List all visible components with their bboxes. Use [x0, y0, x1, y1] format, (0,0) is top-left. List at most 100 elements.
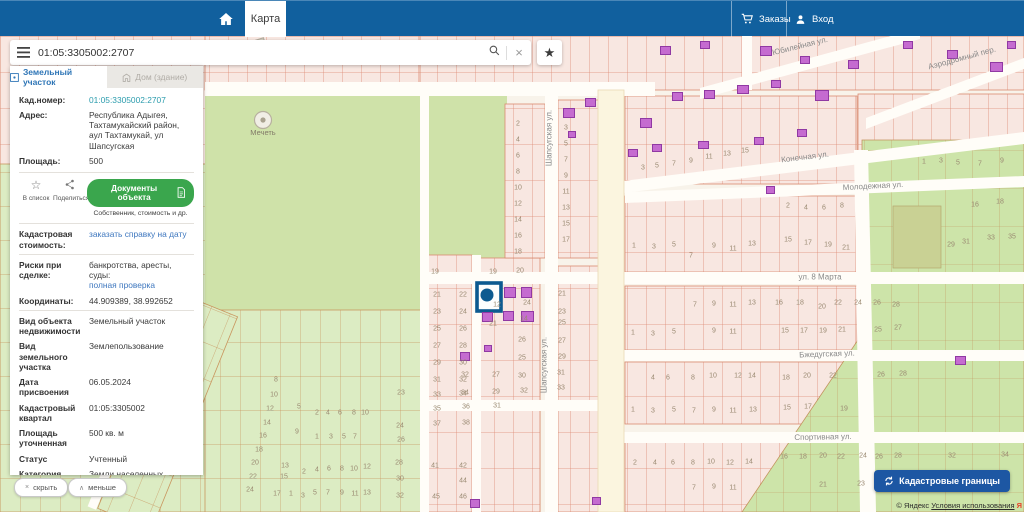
object-documents-button[interactable]: Документы объекта: [87, 178, 194, 207]
row-value: Земельный участок: [89, 315, 166, 326]
row-label: Статус: [19, 453, 48, 464]
panel-row: Кад.номер: 01:05:3305002:2707: [19, 92, 194, 107]
parcel-number: 3: [652, 243, 656, 251]
parcel-number: 14: [748, 372, 756, 380]
parcel-number: 12: [514, 200, 522, 208]
parcel-number: 9: [1000, 157, 1004, 165]
panel-link[interactable]: заказать справку на дату: [89, 229, 187, 239]
building: [760, 46, 772, 56]
parcel-number: 14: [520, 315, 528, 323]
row-label: Координаты:: [19, 295, 74, 306]
hamburger-icon: [16, 47, 30, 58]
search-submit-button[interactable]: [482, 44, 506, 62]
close-icon: ×: [25, 484, 30, 491]
parcel-number: 14: [745, 458, 753, 466]
menu-button[interactable]: [10, 40, 36, 65]
parcel-number: 9: [340, 489, 344, 497]
row-value: 01:05:3305002: [89, 402, 145, 413]
panel-row: Адрес: Республика Адыгея, Тахтамукайский …: [19, 107, 194, 153]
parcel-number: 20: [819, 452, 827, 460]
parcel-number: 34: [1001, 451, 1009, 459]
clear-search-button[interactable]: ×: [507, 46, 531, 59]
building: [766, 186, 775, 194]
parcel-number: 9: [712, 242, 716, 250]
row-label: Кад.номер:: [19, 94, 66, 105]
hide-panel-button[interactable]: × скрыть: [14, 478, 69, 497]
parcel-number: 37: [433, 420, 441, 428]
share-icon: [53, 179, 87, 193]
parcel-number: 1: [922, 158, 926, 166]
search-bar: ×: [10, 40, 531, 65]
parcel-number: 13: [281, 462, 289, 470]
parcel-number: 10: [270, 391, 278, 399]
parcel-number: 8: [840, 202, 844, 210]
tab-land-parcel[interactable]: Земельный участок: [10, 66, 107, 88]
parcel-number: 33: [557, 384, 565, 392]
parcel-number: 13: [748, 240, 756, 248]
parcel-number: 13: [749, 406, 757, 414]
orders-button[interactable]: Заказы: [740, 1, 791, 37]
parcel-number: 25: [518, 354, 526, 362]
row-value: 06.05.2024: [89, 377, 131, 388]
parcel-number: 21: [838, 326, 846, 334]
building: [484, 345, 492, 352]
copyright-text: © Яндекс: [896, 501, 930, 510]
parcel-number: 24: [246, 486, 254, 494]
home-button[interactable]: [208, 1, 244, 37]
parcel-number: 9: [712, 483, 716, 491]
parcel-number: 2: [302, 468, 306, 476]
parcel-number: 4: [653, 459, 657, 467]
login-button[interactable]: Вход: [794, 1, 834, 37]
add-to-list-button[interactable]: ☆ В список: [19, 179, 53, 203]
cadastral-borders-button[interactable]: Кадастровые границы: [874, 470, 1010, 492]
terms-link[interactable]: Условия использования: [931, 501, 1014, 510]
parcel-number: 1: [631, 329, 635, 337]
row-value: Земли населенных пунктов: [89, 468, 164, 475]
tab-building-label: Дом (здание): [135, 72, 188, 82]
parcel-number: 3: [939, 157, 943, 165]
collapse-panel-button[interactable]: ∧ меньше: [68, 478, 128, 497]
parcel-number: 5: [564, 140, 568, 148]
refresh-icon: [885, 476, 893, 486]
parcel-number: 7: [692, 407, 696, 415]
cart-icon: [741, 13, 753, 24]
parcel-number: 22: [829, 372, 837, 380]
parcel-number: 19: [840, 405, 848, 413]
tab-karta[interactable]: Карта: [245, 1, 286, 37]
selected-parcel-marker: [480, 288, 494, 302]
parcel-number: 10: [350, 465, 358, 473]
parcel-number: 35: [1008, 233, 1016, 241]
chevron-up-icon: ∧: [79, 484, 85, 492]
row-label: Кадастровая стоимость:: [19, 229, 73, 250]
parcel-number: 18: [796, 299, 804, 307]
building: [737, 85, 749, 94]
row-value: банкротства, аресты, суды: полная проверк…: [89, 259, 172, 291]
mosque-icon: [253, 110, 273, 130]
building: [704, 90, 715, 99]
parcel-number: 13: [748, 299, 756, 307]
panel-link[interactable]: полная проверка: [89, 280, 155, 290]
parcel-number: 11: [729, 484, 737, 492]
favorites-button[interactable]: ★: [537, 40, 562, 65]
parcel-number: 21: [819, 481, 827, 489]
building: [815, 90, 829, 101]
parcel-number: 17: [562, 236, 570, 244]
parcel-number: 27: [558, 337, 566, 345]
parcel-number: 20: [516, 267, 524, 275]
share-button[interactable]: Поделиться: [53, 179, 89, 203]
parcel-number: 6: [822, 204, 826, 212]
street-label: Шапсугская ул.: [539, 336, 549, 394]
street-label: Спортивная ул.: [794, 432, 852, 442]
parcel-number: 4: [326, 409, 330, 417]
parcel-number: 22: [249, 473, 257, 481]
parcel-number: 5: [342, 433, 346, 441]
tab-building[interactable]: Дом (здание): [106, 66, 203, 88]
building: [585, 98, 596, 107]
parcel-number: 11: [705, 153, 713, 161]
building-icon: [122, 73, 131, 82]
building: [800, 56, 810, 64]
object-documents-label: Документы объекта: [111, 183, 158, 202]
search-input[interactable]: [36, 45, 482, 60]
parcel-number: 27: [433, 342, 441, 350]
parcel-number: 16: [514, 232, 522, 240]
